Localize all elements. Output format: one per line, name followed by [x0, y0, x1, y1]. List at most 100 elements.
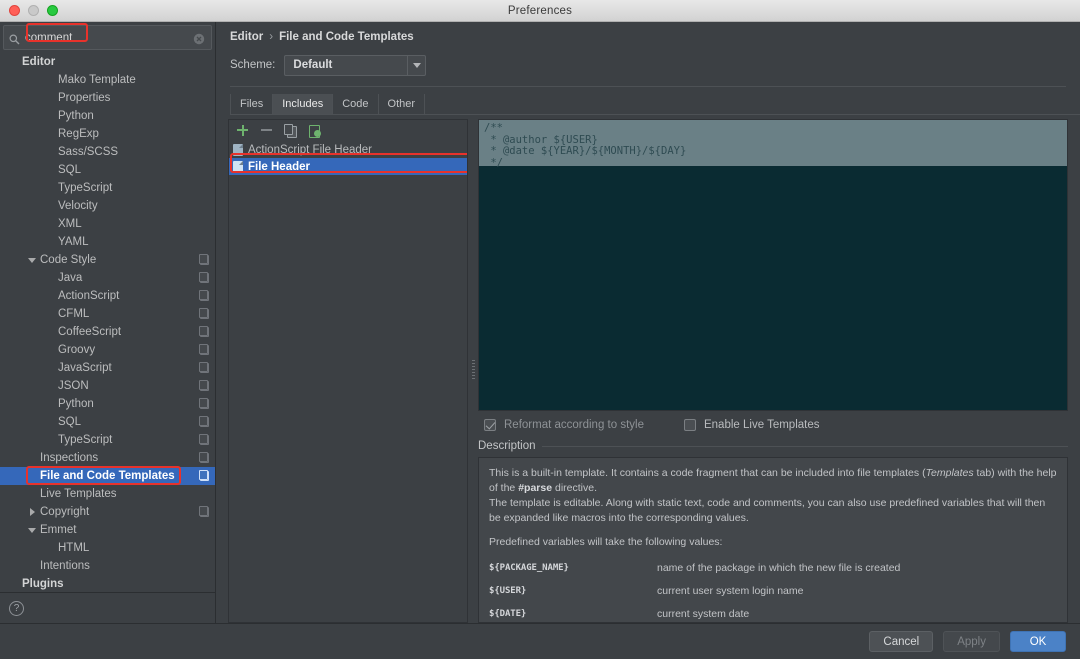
list-item[interactable]: File Header: [229, 158, 467, 175]
ok-button[interactable]: OK: [1010, 631, 1066, 652]
settings-tree[interactable]: EditorMako TemplatePropertiesPythonRegEx…: [0, 50, 215, 592]
reset-icon[interactable]: [308, 124, 321, 137]
tab-includes[interactable]: Includes: [272, 94, 332, 114]
sidebar-item-plugins[interactable]: Plugins: [0, 575, 215, 592]
sidebar-item-java[interactable]: Java: [0, 269, 215, 287]
sidebar-item-sql[interactable]: SQL: [0, 161, 215, 179]
description-paragraph-3: Predefined variables will take the follo…: [489, 535, 1057, 550]
chevron-down-icon[interactable]: [407, 56, 425, 75]
sidebar-item-cfml[interactable]: CFML: [0, 305, 215, 323]
sidebar-item-json[interactable]: JSON: [0, 377, 215, 395]
table-row: ${USER}current user system login name: [489, 582, 1057, 605]
sidebar-item-inspections[interactable]: Inspections: [0, 449, 215, 467]
template-category-tabs[interactable]: FilesIncludesCodeOther: [230, 94, 1080, 115]
pane-splitter[interactable]: [468, 119, 478, 623]
copy-settings-icon[interactable]: [200, 327, 209, 337]
sidebar-item-label: Python: [58, 398, 94, 410]
sidebar-item-regexp[interactable]: RegExp: [0, 125, 215, 143]
copy-settings-icon[interactable]: [200, 363, 209, 373]
settings-search-box[interactable]: comment: [3, 25, 212, 50]
tree-indent: [46, 418, 55, 427]
copy-settings-icon[interactable]: [200, 507, 209, 517]
tree-indent: [46, 202, 55, 211]
description-body: This is a built-in template. It contains…: [478, 457, 1068, 623]
code-text[interactable]: /** * @author ${USER} * @date ${YEAR}/${…: [479, 120, 1067, 169]
sidebar-item-properties[interactable]: Properties: [0, 89, 215, 107]
copy-settings-icon[interactable]: [200, 273, 209, 283]
help-icon[interactable]: ?: [9, 601, 24, 616]
sidebar-item-label: SQL: [58, 164, 81, 176]
sidebar-item-sql[interactable]: SQL: [0, 413, 215, 431]
clear-icon[interactable]: [193, 32, 205, 44]
sidebar-item-file-and-code-templates[interactable]: File and Code Templates: [0, 467, 215, 485]
chevron-down-icon[interactable]: [28, 256, 37, 265]
chevron-right-icon[interactable]: [28, 508, 37, 517]
copy-settings-icon[interactable]: [200, 471, 209, 481]
tab-code[interactable]: Code: [332, 94, 377, 114]
copy-settings-icon[interactable]: [200, 453, 209, 463]
sidebar-item-live-templates[interactable]: Live Templates: [0, 485, 215, 503]
minus-icon[interactable]: [260, 124, 273, 137]
template-toolbar: [229, 120, 467, 140]
breadcrumb-separator: ›: [269, 31, 273, 43]
sidebar-item-typescript[interactable]: TypeScript: [0, 179, 215, 197]
copy-settings-icon[interactable]: [200, 309, 209, 319]
sidebar-item-typescript[interactable]: TypeScript: [0, 431, 215, 449]
tab-files[interactable]: Files: [230, 94, 272, 114]
copy-settings-icon[interactable]: [200, 417, 209, 427]
sidebar-item-editor[interactable]: Editor: [0, 53, 215, 71]
copy-settings-icon[interactable]: [200, 291, 209, 301]
sidebar-item-intentions[interactable]: Intentions: [0, 557, 215, 575]
sidebar-item-emmet[interactable]: Emmet: [0, 521, 215, 539]
tree-indent: [46, 112, 55, 121]
sidebar-item-coffeescript[interactable]: CoffeeScript: [0, 323, 215, 341]
sidebar-item-groovy[interactable]: Groovy: [0, 341, 215, 359]
sidebar-item-copyright[interactable]: Copyright: [0, 503, 215, 521]
sidebar-item-xml[interactable]: XML: [0, 215, 215, 233]
sidebar-item-python[interactable]: Python: [0, 395, 215, 413]
template-list[interactable]: ActionScript File HeaderFile Header: [229, 140, 467, 622]
dialog-footer: Cancel Apply OK: [0, 623, 1080, 659]
window-title-bar: Preferences: [0, 0, 1080, 22]
tab-other[interactable]: Other: [378, 94, 425, 114]
plus-icon[interactable]: [236, 124, 249, 137]
copy-settings-icon[interactable]: [200, 435, 209, 445]
copy-settings-icon[interactable]: [200, 345, 209, 355]
desc-p1-bold: #parse: [518, 482, 552, 494]
enable-live-templates-checkbox[interactable]: [684, 419, 696, 431]
templates-split-pane: ActionScript File HeaderFile Header /** …: [228, 119, 1068, 623]
apply-button[interactable]: Apply: [943, 631, 1000, 652]
sidebar-item-html[interactable]: HTML: [0, 539, 215, 557]
scheme-select[interactable]: Default: [284, 55, 426, 76]
tree-indent: [46, 364, 55, 373]
cancel-button[interactable]: Cancel: [869, 631, 933, 652]
enable-live-templates-label: Enable Live Templates: [704, 419, 820, 431]
desc-p1-italic: Templates: [926, 467, 974, 479]
description-paragraph-1: This is a built-in template. It contains…: [489, 466, 1057, 496]
dialog-body: comment EditorMako TemplatePropertiesPyt…: [0, 22, 1080, 623]
sidebar-item-python[interactable]: Python: [0, 107, 215, 125]
description-header: Description: [478, 440, 1068, 452]
sidebar-item-javascript[interactable]: JavaScript: [0, 359, 215, 377]
tree-indent: [28, 562, 37, 571]
copy-settings-icon[interactable]: [200, 255, 209, 265]
template-code-editor[interactable]: /** * @author ${USER} * @date ${YEAR}/${…: [478, 119, 1068, 411]
copy-settings-icon[interactable]: [200, 381, 209, 391]
sidebar-item-yaml[interactable]: YAML: [0, 233, 215, 251]
variable-description: name of the package in which the new fil…: [657, 559, 1057, 582]
breadcrumb-root[interactable]: Editor: [230, 31, 263, 43]
sidebar-item-label: Mako Template: [58, 74, 136, 86]
list-item[interactable]: ActionScript File Header: [229, 141, 467, 158]
sidebar-item-mako-template[interactable]: Mako Template: [0, 71, 215, 89]
reformat-according-to-style-checkbox[interactable]: [484, 419, 496, 431]
copy-settings-icon[interactable]: [200, 399, 209, 409]
copy-icon[interactable]: [284, 124, 297, 137]
sidebar-item-sass-scss[interactable]: Sass/SCSS: [0, 143, 215, 161]
search-input[interactable]: comment: [20, 32, 193, 44]
sidebar-item-code-style[interactable]: Code Style: [0, 251, 215, 269]
sidebar-item-label: Sass/SCSS: [58, 146, 118, 158]
chevron-down-icon[interactable]: [28, 526, 37, 535]
sidebar-item-label: Groovy: [58, 344, 95, 356]
sidebar-item-actionscript[interactable]: ActionScript: [0, 287, 215, 305]
sidebar-item-velocity[interactable]: Velocity: [0, 197, 215, 215]
